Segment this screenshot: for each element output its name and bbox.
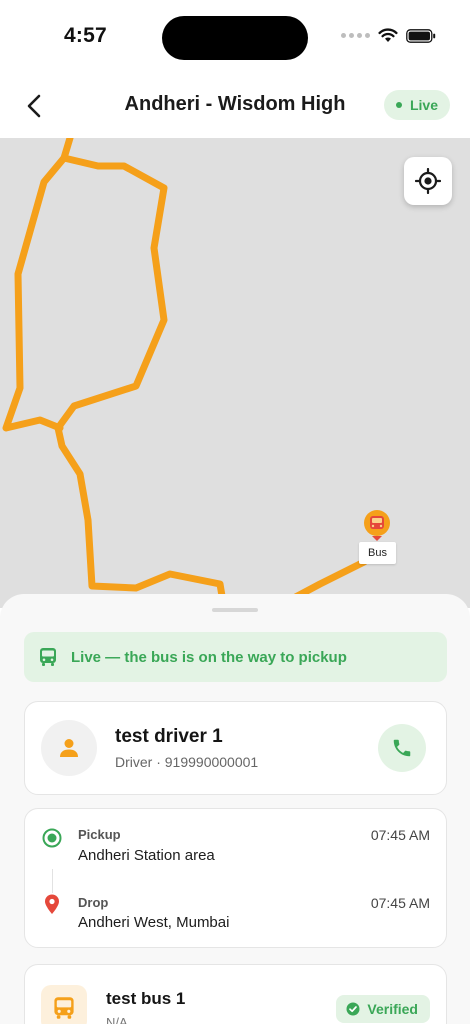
dynamic-island [162, 16, 308, 60]
battery-icon [406, 28, 436, 43]
signal-icon [341, 33, 370, 38]
my-location-button[interactable] [404, 157, 452, 205]
route-connector [52, 869, 53, 893]
live-badge-label: Live [409, 97, 438, 113]
trip-bottom-sheet: Live — the bus is on the way to pickup t… [0, 594, 470, 1024]
bus-marker-icon [364, 510, 390, 541]
drop-pin-icon [41, 893, 63, 915]
call-driver-button[interactable] [378, 724, 426, 772]
status-icons [341, 28, 436, 43]
bus-card: test bus 1 N/A Verified [24, 964, 447, 1024]
bus-name: test bus 1 [106, 989, 186, 1008]
bus-map-marker[interactable] [362, 508, 392, 542]
bus-avatar [41, 985, 87, 1024]
sheet-drag-handle[interactable] [212, 608, 258, 612]
drop-label: Drop [78, 895, 109, 910]
verified-badge: Verified [336, 995, 430, 1023]
bus-number: N/A [106, 1015, 128, 1024]
drop-place: Andheri West, Mumbai [78, 914, 230, 931]
person-icon [60, 739, 78, 757]
driver-contact: Driver · 919990000001 [115, 754, 259, 770]
live-status-badge: Live [383, 90, 450, 120]
wifi-icon [378, 28, 398, 42]
crosshair-icon [415, 168, 441, 194]
route-card: Pickup Andheri Station area 07:45 AM Dro… [24, 808, 447, 948]
pickup-label: Pickup [78, 827, 121, 842]
live-banner-text: Live — the bus is on the way to pickup [71, 648, 347, 666]
pickup-time: 07:45 AM [370, 827, 430, 843]
pickup-target-icon [41, 827, 63, 849]
drop-time: 07:45 AM [370, 895, 430, 911]
status-bar: 4:57 [0, 0, 470, 76]
route-path [2, 138, 381, 608]
live-status-banner: Live — the bus is on the way to pickup [24, 632, 447, 682]
app-header: Andheri - Wisdom High Live [0, 76, 470, 138]
check-badge-icon [346, 1002, 360, 1016]
phone-icon [393, 739, 411, 757]
driver-name: test driver 1 [115, 726, 223, 747]
driver-avatar [41, 720, 97, 776]
pickup-place: Andheri Station area [78, 847, 215, 864]
bus-icon [40, 648, 56, 666]
bus-icon [54, 997, 74, 1019]
status-time: 4:57 [64, 24, 107, 47]
verified-label: Verified [367, 1001, 418, 1017]
bus-map-label: Bus [359, 542, 396, 564]
route-map[interactable]: Bus [0, 138, 470, 608]
live-dot-icon [395, 102, 402, 108]
driver-card: test driver 1 Driver · 919990000001 [24, 701, 447, 795]
